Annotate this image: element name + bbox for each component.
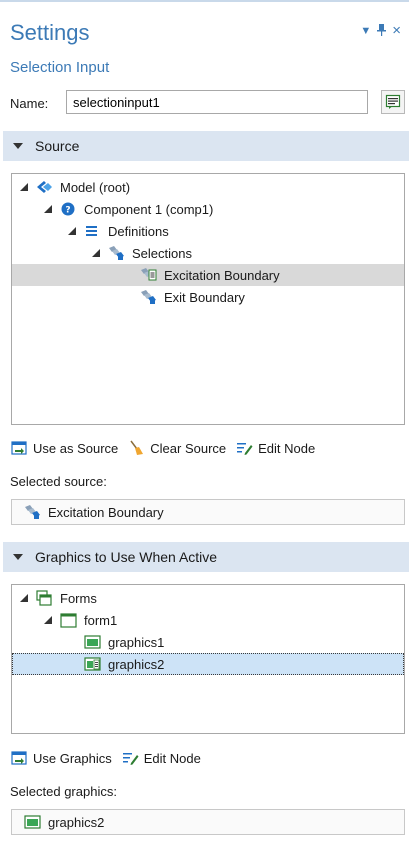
collapse-caret-icon [13, 554, 23, 560]
selected-source-value: Excitation Boundary [48, 504, 164, 520]
graphics-icon [24, 815, 41, 829]
selected-graphics-field: graphics2 [11, 809, 405, 835]
top-border [0, 0, 409, 2]
tree-node-label: graphics1 [108, 634, 165, 650]
collapse-caret-icon [13, 143, 23, 149]
selections-icon [109, 246, 124, 260]
tree-node-graphics1[interactable]: graphics1 [12, 631, 404, 653]
use-as-source-icon [11, 441, 27, 455]
tree-node-component[interactable]: ? Component 1 (comp1) [12, 198, 404, 220]
graphics-section-header[interactable]: Graphics to Use When Active [3, 542, 409, 572]
use-graphics-icon [11, 751, 27, 765]
graphics-section-title: Graphics to Use When Active [35, 549, 218, 565]
tree-node-label: form1 [84, 612, 118, 628]
model-root-icon [37, 181, 52, 193]
tree-node-label: Component 1 (comp1) [84, 201, 214, 217]
name-options-button[interactable] [381, 90, 405, 114]
tree-node-label: Selections [132, 245, 192, 261]
clear-source-button[interactable]: Clear Source [128, 440, 226, 456]
expand-arrow-icon [92, 249, 100, 257]
edit-node-icon [122, 753, 139, 765]
expand-arrow-icon [20, 183, 28, 191]
tree-node-label: Model (root) [60, 179, 131, 195]
clear-source-label: Clear Source [150, 440, 227, 456]
edit-node-label: Edit Node [258, 440, 316, 456]
source-section-title: Source [35, 138, 80, 154]
pin-icon[interactable] [377, 24, 387, 39]
form-icon [60, 613, 77, 628]
close-icon[interactable]: × [392, 23, 401, 39]
tree-node-label: Excitation Boundary [164, 267, 280, 283]
source-toolbar: Use as Source Clear Source Edit Node [11, 440, 325, 456]
selection-node-icon [141, 268, 157, 281]
use-graphics-label: Use Graphics [33, 750, 112, 766]
tree-node-label: Forms [60, 590, 97, 606]
graphics-node-icon [84, 657, 101, 671]
selected-graphics-value: graphics2 [48, 814, 105, 830]
graphics-icon [84, 635, 101, 649]
selected-graphics-label: Selected graphics: [10, 784, 117, 799]
use-as-source-label: Use as Source [33, 440, 119, 456]
tree-node-excitation-boundary[interactable]: Excitation Boundary [12, 264, 404, 286]
graphics-edit-node-button[interactable]: Edit Node [122, 750, 201, 766]
source-section-header[interactable]: Source [3, 131, 409, 161]
window-controls: ▼ × [360, 23, 401, 39]
use-graphics-button[interactable]: Use Graphics [11, 750, 112, 766]
definitions-icon [86, 226, 97, 236]
tree-node-label: Definitions [108, 223, 169, 239]
use-as-source-button[interactable]: Use as Source [11, 440, 118, 456]
tree-node-label: Exit Boundary [164, 289, 245, 305]
expand-arrow-icon [44, 205, 52, 213]
tree-node-forms[interactable]: Forms [12, 587, 404, 609]
forms-icon [36, 590, 52, 606]
tree-node-selections[interactable]: Selections [12, 242, 404, 264]
svg-text:?: ? [65, 206, 70, 216]
edit-node-icon [237, 443, 253, 455]
name-label: Name: [10, 96, 49, 111]
selection-icon [25, 505, 40, 519]
name-input[interactable] [66, 90, 368, 114]
expand-arrow-icon [44, 616, 52, 624]
graphics-tree[interactable]: Forms form1 graphics1 graphics2 [11, 584, 405, 734]
tree-node-definitions[interactable]: Definitions [12, 220, 404, 242]
edit-node-label: Edit Node [143, 750, 201, 766]
tree-node-model-root[interactable]: Model (root) [12, 176, 404, 198]
tree-node-form1[interactable]: form1 [12, 609, 404, 631]
tree-node-exit-boundary[interactable]: Exit Boundary [12, 286, 404, 308]
expand-arrow-icon [20, 594, 28, 602]
broom-icon [130, 440, 144, 455]
component-icon: ? [61, 202, 75, 216]
edit-node-button[interactable]: Edit Node [236, 440, 315, 456]
graphics-toolbar: Use Graphics Edit Node [11, 750, 211, 766]
selection-icon [141, 290, 156, 304]
page-title: Settings [10, 20, 90, 45]
expand-arrow-icon [68, 227, 76, 235]
notes-icon [385, 94, 401, 109]
selected-source-field: Excitation Boundary [11, 499, 405, 525]
tree-node-graphics2[interactable]: graphics2 [12, 653, 404, 675]
source-tree[interactable]: Model (root) ? Component 1 (comp1) Defin… [11, 173, 405, 425]
dropdown-arrow-icon[interactable]: ▼ [360, 24, 371, 39]
selected-source-label: Selected source: [10, 474, 107, 489]
tree-node-label: graphics2 [108, 656, 165, 672]
page-subtitle: Selection Input [10, 59, 110, 76]
